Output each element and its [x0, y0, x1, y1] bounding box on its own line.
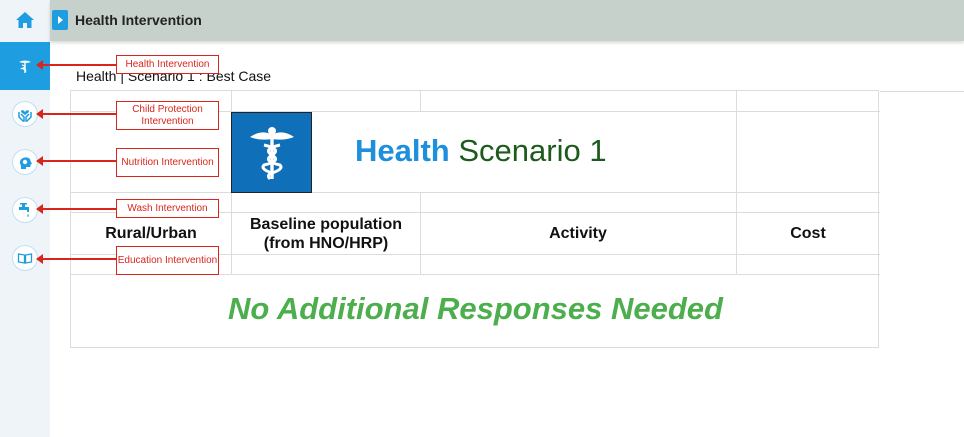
annotation-nutrition: Nutrition Intervention: [116, 148, 219, 177]
column-header-baseline-population: Baseline population (from HNO/HRP): [249, 216, 402, 252]
annotation-child-protection: Child Protection Intervention: [116, 101, 219, 130]
water-tap-icon: [19, 203, 29, 217]
annotation-arrow: [36, 156, 116, 166]
head-apple-icon: [19, 157, 32, 169]
card-title-scenario: Scenario 1: [458, 133, 607, 168]
hands-heart-icon: [18, 110, 32, 122]
header-bar: Health Intervention: [50, 0, 964, 41]
open-book-icon: [17, 253, 33, 264]
column-header-cost: Cost: [790, 225, 826, 242]
annotation-arrow: [36, 60, 116, 70]
divider: [420, 91, 421, 112]
card-title: Health Scenario 1: [355, 133, 607, 169]
card-title-health: Health: [355, 133, 450, 168]
annotation-education: Education Intervention: [116, 246, 219, 275]
annotation-arrow: [36, 254, 116, 264]
health-logo: [231, 112, 312, 193]
caduceus-icon: [19, 60, 31, 73]
annotation-arrow: [36, 109, 116, 119]
page-title: Health Intervention: [75, 12, 202, 28]
divider: [736, 91, 737, 274]
sidebar-toggle-button[interactable]: [52, 10, 68, 30]
chevron-right-icon: [58, 16, 63, 24]
divider: [71, 192, 880, 193]
annotation-health: Health Intervention: [116, 55, 219, 74]
empty-state-message: No Additional Responses Needed: [228, 291, 723, 326]
annotation-wash: Wash Intervention: [116, 199, 219, 218]
column-header-rural-urban: Rural/Urban: [105, 225, 197, 242]
column-header-activity: Activity: [549, 225, 607, 242]
home-icon: [16, 12, 34, 28]
divider: [880, 91, 964, 92]
annotation-arrow: [36, 204, 116, 214]
caduceus-icon: [249, 126, 294, 180]
home-button[interactable]: [0, 0, 50, 40]
